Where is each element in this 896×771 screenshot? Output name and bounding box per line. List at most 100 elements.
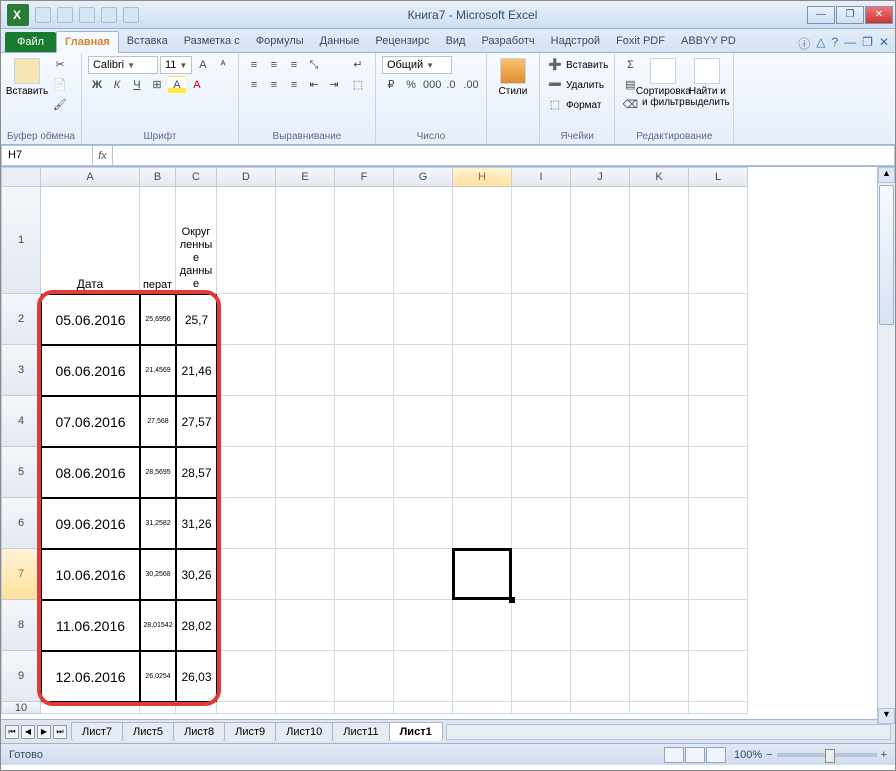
cell-E3[interactable] — [276, 345, 335, 396]
formula-input[interactable] — [113, 145, 895, 166]
cell-K4[interactable] — [630, 396, 689, 447]
sheet-tab-Лист10[interactable]: Лист10 — [275, 722, 333, 741]
qat-undo-icon[interactable] — [57, 7, 73, 23]
ribbon-tab-abbyy pd[interactable]: ABBYY PD — [673, 31, 744, 52]
sheet-tab-Лист5[interactable]: Лист5 — [122, 722, 174, 741]
cell-C9[interactable]: 26,03 — [176, 651, 217, 702]
font-name-combo[interactable]: Calibri▼ — [88, 56, 158, 74]
cell-K2[interactable] — [630, 294, 689, 345]
ribbon-tab-формулы[interactable]: Формулы — [248, 31, 312, 52]
orientation-icon[interactable]: ⤡ — [305, 56, 323, 74]
cell-A5[interactable]: 08.06.2016 — [41, 447, 140, 498]
sheet-tab-Лист11[interactable]: Лист11 — [332, 722, 389, 741]
cell-H7[interactable] — [453, 549, 512, 600]
cell-I10[interactable] — [512, 702, 571, 714]
cell-H5[interactable] — [453, 447, 512, 498]
row-header-4[interactable]: 4 — [1, 396, 41, 447]
indent-dec-icon[interactable]: ⇤ — [305, 76, 323, 94]
cell-I6[interactable] — [512, 498, 571, 549]
fx-icon[interactable]: fx — [93, 145, 113, 166]
align-left-icon[interactable]: ≡ — [245, 76, 263, 94]
fill-color-icon[interactable]: A — [168, 76, 186, 94]
align-right-icon[interactable]: ≡ — [285, 76, 303, 94]
row-header-8[interactable]: 8 — [1, 600, 41, 651]
cell-C1[interactable]: Округленные данные — [176, 187, 217, 294]
ribbon-tab-разметка с[interactable]: Разметка с — [176, 31, 248, 52]
merge-icon[interactable]: ⬚ — [347, 76, 369, 94]
cell-A3[interactable]: 06.06.2016 — [41, 345, 140, 396]
row-header-3[interactable]: 3 — [1, 345, 41, 396]
qat-redo-icon[interactable] — [79, 7, 95, 23]
row-header-7[interactable]: 7 — [1, 549, 41, 600]
sheet-tab-Лист7[interactable]: Лист7 — [71, 722, 123, 741]
cell-G1[interactable] — [394, 187, 453, 294]
cell-B4[interactable]: 27,568 — [140, 396, 176, 447]
grow-font-icon[interactable]: A — [194, 56, 212, 74]
cell-F10[interactable] — [335, 702, 394, 714]
cell-D7[interactable] — [217, 549, 276, 600]
cell-H4[interactable] — [453, 396, 512, 447]
cell-K10[interactable] — [630, 702, 689, 714]
cell-L1[interactable] — [689, 187, 748, 294]
cell-B3[interactable]: 21,4569 — [140, 345, 176, 396]
cell-B8[interactable]: 28,01542 — [140, 600, 176, 651]
cell-E5[interactable] — [276, 447, 335, 498]
col-header-L[interactable]: L — [689, 167, 748, 187]
cell-A8[interactable]: 11.06.2016 — [41, 600, 140, 651]
col-header-I[interactable]: I — [512, 167, 571, 187]
format-cells-icon[interactable]: ⬚ — [546, 96, 564, 114]
format-painter-icon[interactable]: 🖌 — [51, 96, 69, 114]
ribbon-tab-вид[interactable]: Вид — [438, 31, 474, 52]
cut-icon[interactable]: ✂ — [51, 56, 69, 74]
cell-D6[interactable] — [217, 498, 276, 549]
ribbon-tab-разработч[interactable]: Разработч — [473, 31, 542, 52]
cell-K7[interactable] — [630, 549, 689, 600]
cell-A2[interactable]: 05.06.2016 — [41, 294, 140, 345]
bold-button[interactable]: Ж — [88, 76, 106, 94]
cell-F8[interactable] — [335, 600, 394, 651]
ribbon-tab-рецензирс[interactable]: Рецензирс — [367, 31, 437, 52]
cell-F7[interactable] — [335, 549, 394, 600]
ribbon-tab-foxit pdf[interactable]: Foxit PDF — [608, 31, 673, 52]
cell-E10[interactable] — [276, 702, 335, 714]
doc-max-icon[interactable]: ❐ — [862, 35, 873, 52]
align-mid-icon[interactable]: ≡ — [265, 56, 283, 74]
styles-button[interactable]: Стили — [493, 56, 533, 116]
cell-L8[interactable] — [689, 600, 748, 651]
cell-J3[interactable] — [571, 345, 630, 396]
cell-F4[interactable] — [335, 396, 394, 447]
cell-D1[interactable] — [217, 187, 276, 294]
ribbon-min-icon[interactable]: △ — [816, 35, 825, 52]
cell-K8[interactable] — [630, 600, 689, 651]
cell-H9[interactable] — [453, 651, 512, 702]
col-header-J[interactable]: J — [571, 167, 630, 187]
cell-B7[interactable]: 30,2568 — [140, 549, 176, 600]
view-layout-icon[interactable] — [685, 747, 705, 763]
shrink-font-icon[interactable]: ᴬ — [214, 56, 232, 74]
cell-I5[interactable] — [512, 447, 571, 498]
sheet-tab-Лист8[interactable]: Лист8 — [173, 722, 225, 741]
inc-decimal-icon[interactable]: .0 — [442, 76, 460, 94]
number-format-combo[interactable]: Общий▼ — [382, 56, 452, 74]
copy-icon[interactable]: 📄 — [51, 76, 69, 94]
view-pagebreak-icon[interactable] — [706, 747, 726, 763]
row-header-5[interactable]: 5 — [1, 447, 41, 498]
cell-D8[interactable] — [217, 600, 276, 651]
cell-F2[interactable] — [335, 294, 394, 345]
align-bot-icon[interactable]: ≡ — [285, 56, 303, 74]
cell-I3[interactable] — [512, 345, 571, 396]
ribbon-tab-вставка[interactable]: Вставка — [119, 31, 176, 52]
cell-C3[interactable]: 21,46 — [176, 345, 217, 396]
cell-E9[interactable] — [276, 651, 335, 702]
sheet-tab-Лист9[interactable]: Лист9 — [224, 722, 276, 741]
cell-I8[interactable] — [512, 600, 571, 651]
cell-J5[interactable] — [571, 447, 630, 498]
cell-D4[interactable] — [217, 396, 276, 447]
ribbon-tab-главная[interactable]: Главная — [56, 31, 119, 53]
zoom-level[interactable]: 100% — [734, 749, 762, 761]
dec-decimal-icon[interactable]: .00 — [462, 76, 480, 94]
cell-G7[interactable] — [394, 549, 453, 600]
cell-K3[interactable] — [630, 345, 689, 396]
cell-G10[interactable] — [394, 702, 453, 714]
indent-inc-icon[interactable]: ⇥ — [325, 76, 343, 94]
